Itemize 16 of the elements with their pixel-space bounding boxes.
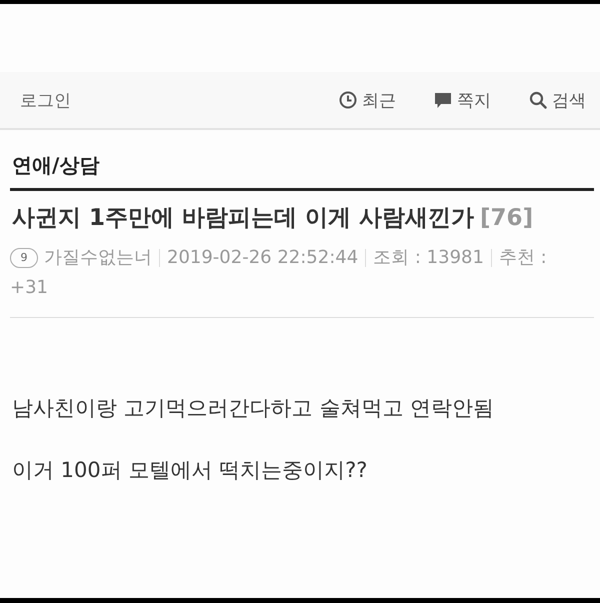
post-body-text: 이거 100퍼 모텔에서 떡치는중이지??	[12, 458, 368, 482]
nav-message-link[interactable]: 쪽지	[434, 88, 491, 112]
search-icon	[529, 91, 547, 109]
recommend-count: +31	[10, 276, 48, 300]
login-link[interactable]: 로그인	[20, 88, 71, 112]
post-datetime: 2019-02-26 22:52:44	[167, 246, 358, 270]
board-name[interactable]: 연애/상담	[12, 152, 100, 178]
nav-search-link[interactable]: 검색	[529, 88, 586, 112]
post-title: 사귄지 1주만에 바람피는데 이게 사람새낀가	[12, 205, 474, 231]
post-body-text: 남사친이랑 고기먹으러간다하고 술쳐먹고 연락안됨	[12, 396, 494, 420]
recommend-label: 추천 :	[498, 246, 547, 270]
clock-icon	[339, 91, 357, 109]
view-count: 조회 : 13981	[373, 246, 484, 270]
nav-recent-link[interactable]: 최근	[339, 88, 396, 112]
chat-bubble-icon	[434, 91, 452, 109]
level-badge: 9	[10, 248, 38, 268]
